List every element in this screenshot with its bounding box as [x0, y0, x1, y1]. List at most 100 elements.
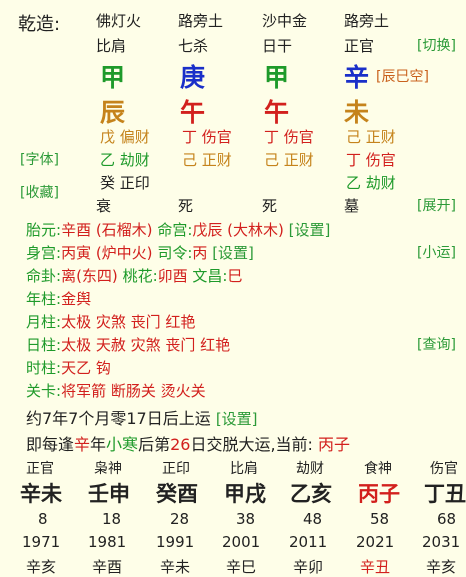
minggong-setting-button[interactable]: [设置]	[289, 221, 331, 239]
luck-next-3: 辛未	[160, 558, 191, 576]
nayin-day: 沙中金	[262, 12, 308, 30]
small-luck-button[interactable]: [小运]	[417, 242, 456, 262]
luck-pillar-3[interactable]: 癸酉	[156, 478, 198, 508]
shizhu-label: 时柱:	[26, 359, 62, 377]
luck-current: 丙子	[318, 435, 351, 454]
siling-value: 丙	[192, 244, 208, 262]
luck-rule-text-4: 日交脱大运,当前:	[190, 435, 313, 454]
luck-god-2: 枭神	[94, 461, 122, 477]
minggong-label: 命宫:	[157, 221, 193, 239]
query-button[interactable]: [查询]	[417, 334, 456, 354]
luck-pillar-7[interactable]: 丁丑	[424, 478, 466, 508]
luck-pillar-1[interactable]: 辛未	[20, 478, 62, 508]
minggua-label: 命卦:	[26, 267, 62, 285]
nayin-month: 路旁土	[178, 12, 224, 30]
luck-next-5: 辛卯	[293, 558, 324, 576]
minggong-value: 戊辰 (大林木)	[192, 221, 284, 239]
luck-pillar-2[interactable]: 壬申	[88, 478, 130, 508]
siling-setting-button[interactable]: [设置]	[212, 244, 254, 262]
tengod-month: 七杀	[178, 37, 209, 55]
luck-age-5: 48	[303, 510, 323, 528]
shizhu-value: 天乙 钩	[61, 359, 111, 377]
luck-next-2: 辛酉	[92, 558, 123, 576]
chart-label: 乾造:	[18, 14, 61, 35]
luck-start-text: 约7年7个月零17日后上运	[26, 409, 211, 428]
rizhu-row: 日柱:太极 天赦 灾煞 丧门 红艳	[26, 334, 230, 355]
luck-start-row: 约7年7个月零17日后上运 [设置]	[26, 405, 258, 429]
switch-button[interactable]: [切换]	[417, 35, 456, 55]
luck-age-2: 18	[102, 510, 122, 528]
taiyuan-row: 胎元:辛酉 (石榴木) 命宫:戊辰 (大林木) [设置]	[26, 219, 330, 240]
guansha-row: 关卡:将军箭 断肠关 烫火关	[26, 380, 206, 401]
luck-rule-text-2: 年	[90, 435, 107, 454]
luck-next-7: 辛亥	[426, 558, 457, 576]
luck-year-2: 1981	[88, 533, 127, 551]
branch-year: 辰	[100, 98, 126, 127]
luck-year-5: 2011	[289, 533, 328, 551]
luck-rule-term: 小寒	[106, 435, 139, 454]
luck-god-5: 劫财	[296, 461, 324, 477]
taiyuan-value: 辛酉 (石榴木)	[61, 221, 153, 239]
luck-year-1: 1971	[22, 533, 61, 551]
yuezhu-row: 月柱:太极 灾煞 丧门 红艳	[26, 311, 195, 332]
tengod-hour: 正官	[344, 37, 375, 55]
tengod-year: 比肩	[96, 37, 127, 55]
luck-year-7: 2031	[422, 533, 461, 551]
hidden-month-2: 己 正财	[182, 151, 232, 169]
luck-age-3: 28	[170, 510, 190, 528]
nianzhu-row: 年柱:金舆	[26, 288, 91, 309]
hidden-year-1: 戊 偏财	[100, 128, 150, 146]
hidden-year-2: 乙 劫财	[100, 151, 150, 169]
stem-month: 庚	[180, 63, 206, 92]
hidden-day-1: 丁 伤官	[264, 128, 314, 146]
hidden-hour-3: 乙 劫财	[346, 174, 396, 192]
taiyuan-label: 胎元:	[26, 221, 62, 239]
kongwang: [辰巳空]	[376, 69, 429, 85]
wenchang-label: 文昌:	[192, 267, 228, 285]
shizhu-row: 时柱:天乙 钩	[26, 357, 111, 378]
luck-god-4: 比肩	[230, 461, 258, 477]
luck-pillar-5[interactable]: 乙亥	[290, 478, 332, 508]
luck-rule-stem: 辛	[74, 435, 91, 454]
hidden-month-1: 丁 伤官	[182, 128, 232, 146]
luck-pillar-4[interactable]: 甲戌	[224, 478, 266, 508]
minggua-value: 离(东四)	[61, 267, 118, 285]
luck-god-1: 正官	[26, 461, 54, 477]
luck-rule-text-1: 即每逢	[26, 435, 75, 454]
font-button[interactable]: [字体]	[20, 149, 59, 169]
hidden-day-2: 己 正财	[264, 151, 314, 169]
luck-next-4: 辛巳	[226, 558, 257, 576]
branch-month: 午	[180, 98, 206, 127]
luck-age-6: 58	[370, 510, 390, 528]
tengod-day: 日干	[262, 37, 293, 55]
luck-rule-day: 26	[170, 435, 191, 454]
guansha-value: 将军箭 断肠关 烫火关	[61, 382, 206, 400]
nianzhu-value: 金舆	[61, 290, 92, 308]
luck-next-1: 辛亥	[26, 558, 57, 576]
rizhu-value: 太极 天赦 灾煞 丧门 红艳	[61, 336, 231, 354]
branch-hour: 未	[344, 98, 370, 127]
luck-god-6: 食神	[364, 461, 392, 477]
siling-label: 司令:	[157, 244, 193, 262]
wenchang-value: 巳	[227, 267, 243, 285]
luck-next-6: 辛丑	[360, 558, 391, 576]
luck-setting-button[interactable]: [设置]	[216, 410, 258, 428]
collect-button[interactable]: [收藏]	[20, 182, 59, 202]
stem-day: 甲	[264, 63, 290, 92]
luck-pillar-6-current[interactable]: 丙子	[358, 478, 400, 508]
hidden-hour-2: 丁 伤官	[346, 151, 396, 169]
yuezhu-value: 太极 灾煞 丧门 红艳	[61, 313, 196, 331]
luck-age-4: 38	[236, 510, 256, 528]
nayin-hour: 路旁土	[344, 12, 390, 30]
expand-button[interactable]: [展开]	[417, 195, 456, 215]
state-year: 衰	[96, 197, 112, 215]
luck-rule-row: 即每逢辛年小寒后第26日交脱大运,当前: 丙子	[26, 431, 350, 455]
hidden-year-3: 癸 正印	[100, 174, 150, 192]
luck-age-7: 68	[437, 510, 457, 528]
minggua-row: 命卦:离(东四) 桃花:卯酉 文昌:巳	[26, 265, 243, 286]
luck-age-1: 8	[38, 510, 48, 528]
state-day: 死	[262, 197, 278, 215]
state-month: 死	[178, 197, 194, 215]
shengong-label: 身宫:	[26, 244, 62, 262]
nayin-year: 佛灯火	[96, 12, 142, 30]
